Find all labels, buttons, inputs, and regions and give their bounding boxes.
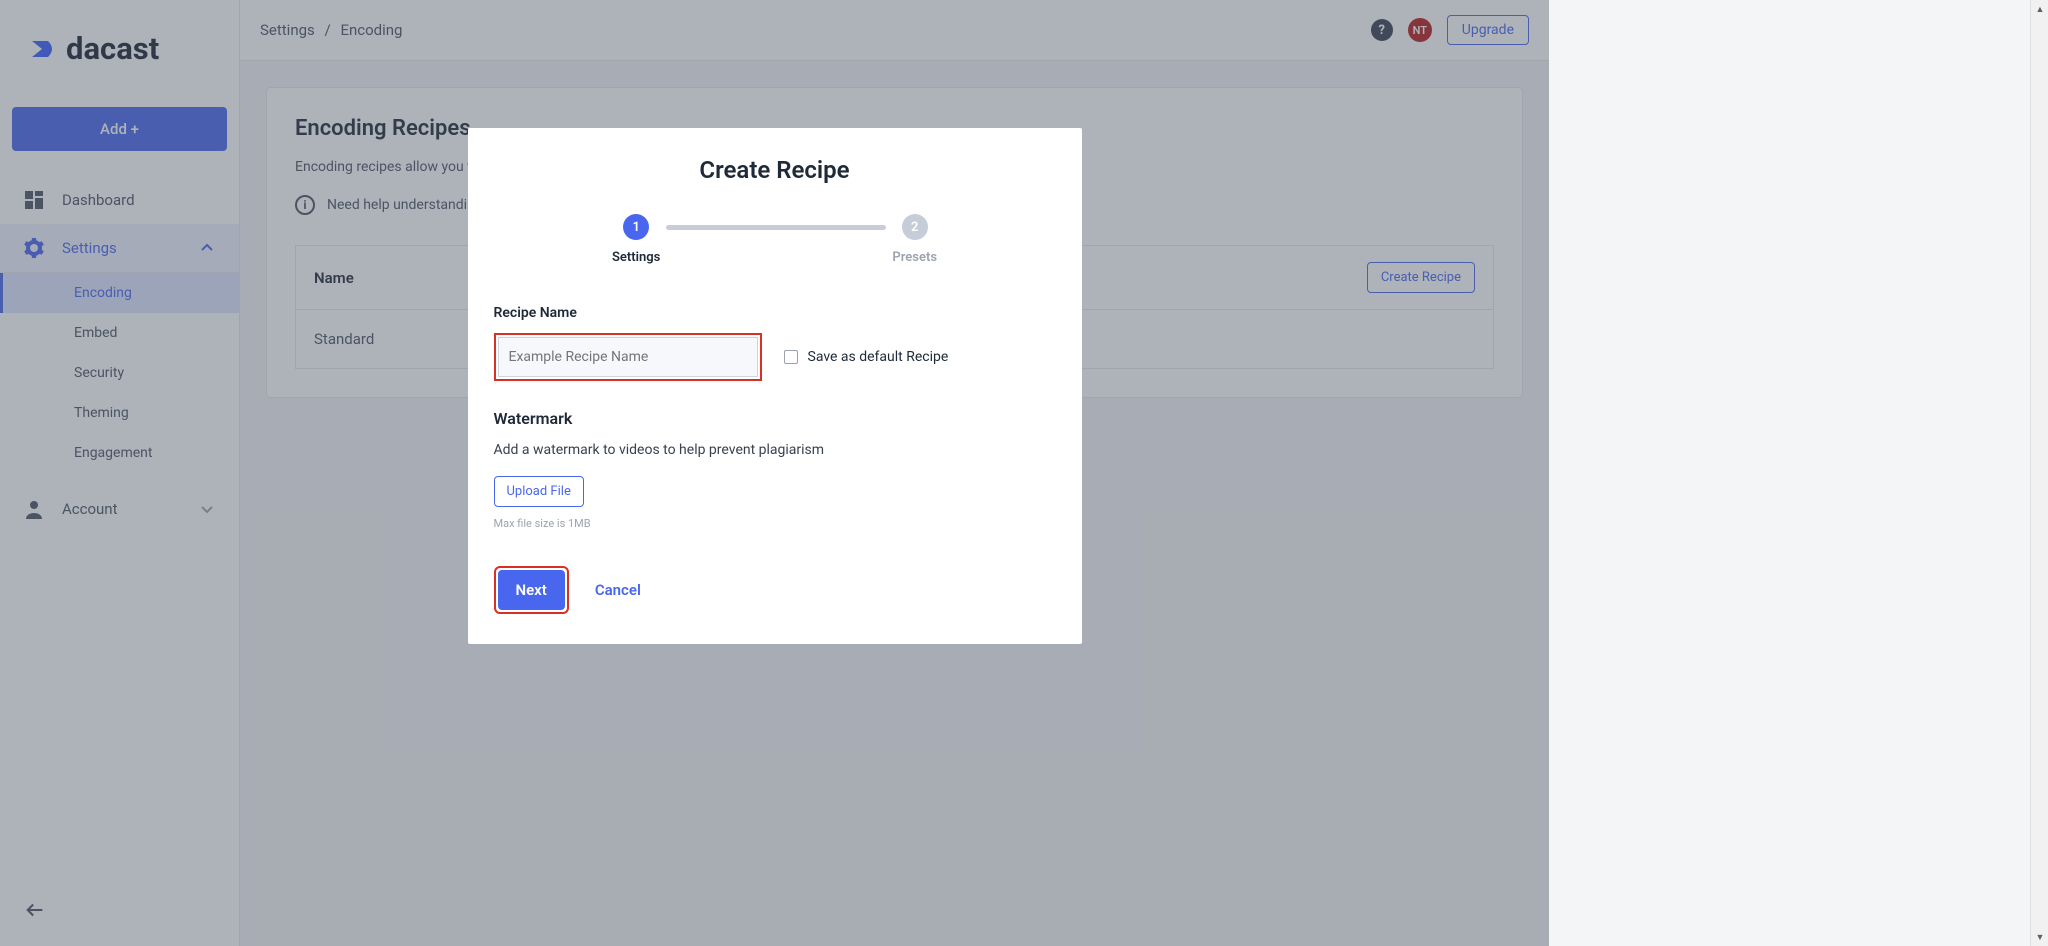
- stepper: 1 Settings 2 Presets: [494, 214, 1056, 265]
- step-progress-bar: [666, 225, 886, 230]
- save-default-checkbox[interactable]: Save as default Recipe: [784, 349, 949, 365]
- step-circle: 2: [902, 214, 928, 240]
- recipe-name-highlight: [494, 333, 762, 381]
- scroll-up-icon[interactable]: ▲: [2031, 0, 2048, 18]
- next-button-highlight: Next: [494, 566, 569, 614]
- recipe-name-input[interactable]: [498, 337, 758, 377]
- next-button[interactable]: Next: [498, 570, 565, 610]
- max-file-size-hint: Max file size is 1MB: [494, 517, 1056, 530]
- scroll-down-icon[interactable]: ▼: [2031, 928, 2048, 946]
- step-label: Settings: [612, 250, 660, 265]
- checkbox-icon: [784, 350, 798, 364]
- modal-overlay[interactable]: Create Recipe 1 Settings 2 Presets Recip…: [0, 0, 1549, 946]
- recipe-name-label: Recipe Name: [494, 305, 1056, 321]
- cancel-button[interactable]: Cancel: [595, 581, 641, 599]
- upload-file-button[interactable]: Upload File: [494, 476, 584, 507]
- browser-scrollbar[interactable]: ▲ ▼: [2030, 0, 2048, 946]
- step-label: Presets: [892, 250, 937, 265]
- watermark-title: Watermark: [494, 409, 1056, 428]
- watermark-description: Add a watermark to videos to help preven…: [494, 442, 1056, 458]
- step-presets[interactable]: 2 Presets: [892, 214, 937, 265]
- step-settings[interactable]: 1 Settings: [612, 214, 660, 265]
- modal-title: Create Recipe: [494, 156, 1056, 184]
- step-circle: 1: [623, 214, 649, 240]
- create-recipe-modal: Create Recipe 1 Settings 2 Presets Recip…: [468, 128, 1082, 644]
- checkbox-label: Save as default Recipe: [808, 349, 949, 365]
